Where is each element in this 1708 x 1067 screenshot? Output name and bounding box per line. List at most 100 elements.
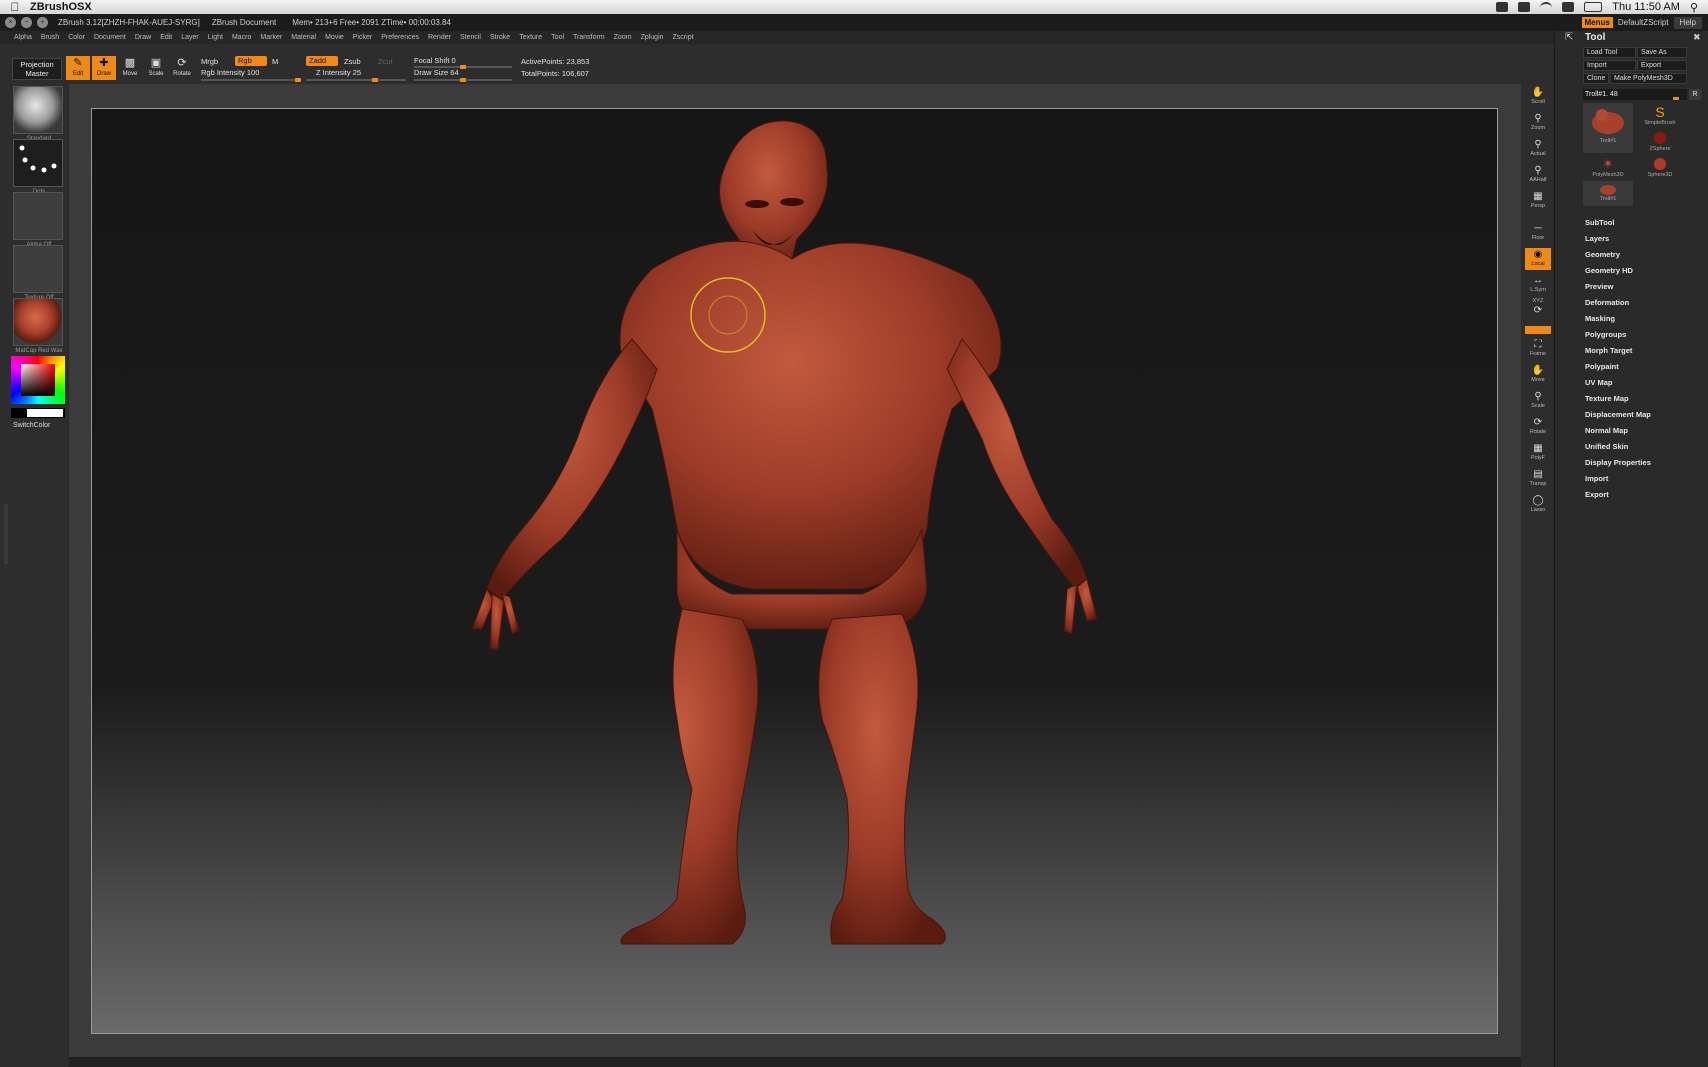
menu-zoom[interactable]: Zoom [614,34,632,41]
edit-button[interactable]: ✎ Edit [66,56,90,80]
tool-thumb-simplebrush[interactable]: S SimpleBrush [1635,103,1685,128]
tool-reset-button[interactable]: R [1689,89,1701,100]
help-button[interactable]: Help [1673,16,1702,29]
default-zscript-button[interactable]: DefaultZScript [1618,18,1669,27]
geometry-menu[interactable]: Geometry [1585,250,1620,259]
menu-preferences[interactable]: Preferences [381,34,419,41]
clock[interactable]: Thu 11:50 AM [1612,1,1680,13]
local-button[interactable]: ◉ Local [1525,248,1551,270]
displacement-map-menu[interactable]: Displacement Map [1585,410,1651,419]
draw-size-slider[interactable]: Draw Size 64 [414,68,459,77]
polyf-button[interactable]: ▦ PolyF [1525,442,1551,464]
clone-button[interactable]: Clone [1583,73,1609,84]
wifi-icon[interactable] [1540,2,1553,12]
troll-model[interactable] [92,109,1498,1034]
draw-size-track[interactable] [414,78,512,82]
brush-selector[interactable]: Standard [13,86,63,142]
persp-button[interactable]: ▦ Persp [1525,190,1551,212]
menu-macro[interactable]: Macro [232,34,251,41]
move-button[interactable]: ▩ Move [118,56,142,80]
menu-light[interactable]: Light [208,34,223,41]
menus-toggle-button[interactable]: Menus [1581,17,1613,28]
lasso-button[interactable]: ◯ Lasso [1525,494,1551,516]
tool-thumb-polymesh3d[interactable]: ✶ PolyMesh3D [1583,155,1633,180]
menu-picker[interactable]: Picker [353,34,372,41]
zsub-toggle[interactable]: Zsub [344,57,361,66]
main-color-swatch[interactable] [27,409,63,417]
rgb-toggle[interactable]: Rgb [235,56,267,66]
draw-size-knob[interactable] [460,78,466,82]
uv-map-menu[interactable]: UV Map [1585,378,1613,387]
polypaint-menu[interactable]: Polypaint [1585,362,1619,371]
lsym-button[interactable]: ↔ L.Sym [1525,274,1551,296]
display-properties-menu[interactable]: Display Properties [1585,458,1651,467]
xyz-active-indicator[interactable] [1525,326,1551,334]
focal-shift-knob[interactable] [460,65,466,69]
menu-alpha[interactable]: Alpha [14,34,32,41]
current-tool-slider[interactable]: Troll#1. 48 [1583,89,1687,100]
alpha-selector[interactable]: Alpha Off [13,192,63,248]
material-selector[interactable]: MatCap Red Wax [13,298,63,354]
zoom-button[interactable]: ⚲ Zoom [1525,112,1551,134]
menu-zscript[interactable]: Zscript [673,34,694,41]
palette-close-icon[interactable]: ✖ [1693,32,1701,43]
stroke-selector[interactable]: Dots [13,139,63,195]
menu-document[interactable]: Document [94,34,126,41]
tool-thumb-zsphere[interactable]: ZSphere [1635,129,1685,154]
scale-view-button[interactable]: ⚲ Scale [1525,390,1551,412]
tool-thumb-sphere3d[interactable]: Sphere3D [1635,155,1685,180]
tool-thumb-troll[interactable]: Troll#1 [1583,103,1633,153]
tool-palette-header[interactable]: ⇱ Tool ✖ [1555,31,1708,45]
menu-color[interactable]: Color [68,34,85,41]
minimize-icon[interactable]: − [21,17,32,28]
xyz-button[interactable]: XYZ ⟳ [1525,298,1551,318]
m-toggle[interactable]: M [272,57,278,66]
zadd-toggle[interactable]: Zadd [306,56,338,66]
left-tray-handle[interactable] [4,504,8,564]
z-intensity-knob[interactable] [372,78,378,82]
rgb-intensity-slider[interactable]: Rgb Intensity 100 [201,68,259,77]
palette-pin-icon[interactable]: ⇱ [1565,32,1573,43]
color-swatches[interactable] [11,408,65,418]
menu-render[interactable]: Render [428,34,451,41]
unified-skin-menu[interactable]: Unified Skin [1585,442,1628,451]
menu-marker[interactable]: Marker [260,34,282,41]
zcut-toggle[interactable]: Zcut [378,57,393,66]
menu-draw[interactable]: Draw [135,34,151,41]
menu-tool[interactable]: Tool [551,34,564,41]
timemachine-icon[interactable] [1518,2,1531,12]
volume-icon[interactable] [1562,2,1575,12]
export-menu[interactable]: Export [1585,490,1609,499]
make-polymesh-button[interactable]: Make PolyMesh3D [1610,73,1687,84]
bottom-tray-handle[interactable] [69,1057,1521,1067]
geometry-hd-menu[interactable]: Geometry HD [1585,266,1633,275]
rgb-intensity-track[interactable] [201,78,301,82]
transp-button[interactable]: ▤ Transp [1525,468,1551,490]
save-as-button[interactable]: Save As [1637,47,1687,58]
aahalf-button[interactable]: ⚲ AAHalf [1525,164,1551,186]
mrgb-toggle[interactable]: Mrgb [201,57,218,66]
import-button[interactable]: Import [1583,60,1636,71]
z-intensity-slider[interactable]: Z Intensity 25 [316,68,361,77]
menu-texture[interactable]: Texture [519,34,542,41]
menu-zplugin[interactable]: Zplugin [641,34,664,41]
rotate-button[interactable]: ⟳ Rotate [170,56,194,80]
color-picker[interactable] [11,356,65,404]
scale-button[interactable]: ▣ Scale [144,56,168,80]
menu-stencil[interactable]: Stencil [460,34,481,41]
zoom-icon[interactable]: + [37,17,48,28]
rotate-view-button[interactable]: ⟳ Rotate [1525,416,1551,438]
layers-menu[interactable]: Layers [1585,234,1609,243]
texture-map-menu[interactable]: Texture Map [1585,394,1629,403]
scroll-button[interactable]: ✋ Scroll [1525,86,1551,108]
normal-map-menu[interactable]: Normal Map [1585,426,1628,435]
spotlight-icon[interactable]: ⚲ [1690,1,1698,14]
tool-thumb-troll-small[interactable]: Troll#1 [1583,181,1633,206]
close-icon[interactable]: × [5,17,16,28]
switch-color-button[interactable]: SwitchColor [13,422,50,429]
frame-button[interactable]: ⛶ Frame [1525,338,1551,360]
app-name[interactable]: ZBrushOSX [30,1,92,13]
polygroups-menu[interactable]: Polygroups [1585,330,1626,339]
texture-selector[interactable]: Texture Off [13,245,63,301]
masking-menu[interactable]: Masking [1585,314,1615,323]
